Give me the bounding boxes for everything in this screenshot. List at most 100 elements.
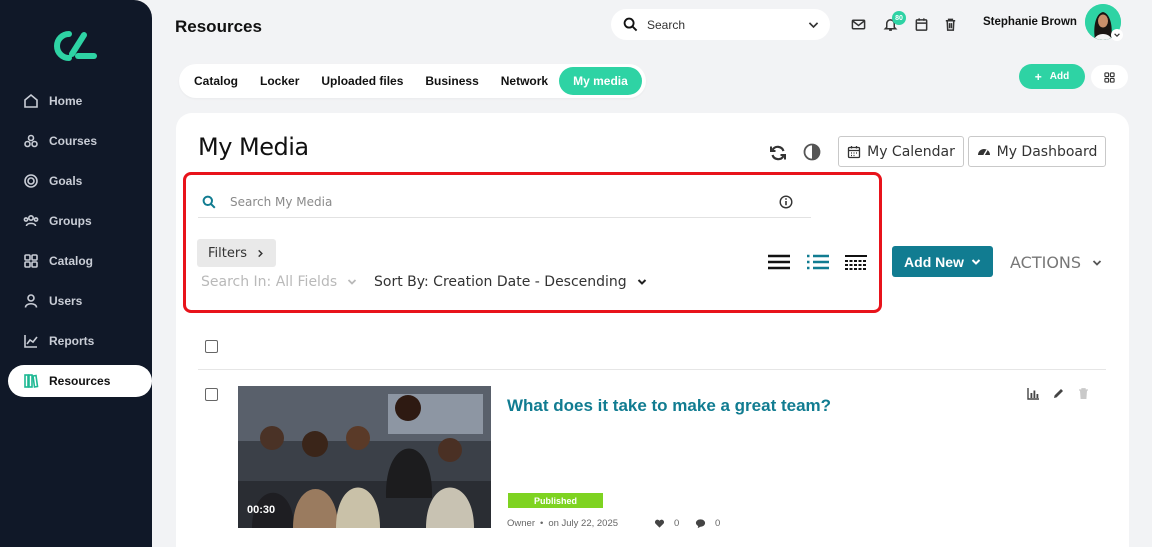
sidebar-item-goals[interactable]: Goals	[8, 165, 152, 197]
my-media-title: My Media	[198, 133, 309, 161]
sidebar-item-users[interactable]: Users	[8, 285, 152, 317]
sidebar-item-reports[interactable]: Reports	[8, 325, 152, 357]
sidebar: Home Courses Goals Groups Catalog Users …	[0, 0, 152, 547]
tab-my-media[interactable]: My media	[559, 67, 642, 95]
compact-view-icon[interactable]	[844, 253, 868, 271]
grid-icon	[1104, 71, 1115, 83]
media-item-meta: Owner • on July 22, 2025	[507, 518, 618, 529]
calendar-icon	[847, 145, 861, 158]
chevron-down-icon	[637, 279, 646, 285]
courses-icon	[22, 132, 40, 150]
select-all-checkbox[interactable]	[205, 340, 218, 353]
list-view-icon[interactable]	[767, 253, 791, 271]
resource-tabs: Catalog Locker Uploaded files Business N…	[179, 64, 646, 98]
tab-business[interactable]: Business	[414, 67, 489, 95]
owner-label: Owner	[507, 518, 535, 529]
trash-icon[interactable]	[941, 15, 959, 33]
actions-label: ACTIONS	[1010, 253, 1082, 272]
page-title: Resources	[175, 17, 262, 36]
chevron-down-icon[interactable]	[807, 18, 820, 31]
sidebar-item-label: Groups	[49, 214, 92, 228]
search-icon	[623, 17, 638, 32]
sidebar-item-resources[interactable]: Resources	[8, 365, 152, 397]
tab-catalog[interactable]: Catalog	[183, 67, 249, 95]
detail-view-icon[interactable]	[806, 253, 830, 271]
resources-icon	[22, 372, 40, 390]
sidebar-item-label: Users	[49, 294, 83, 308]
users-icon	[22, 292, 40, 310]
home-icon	[22, 92, 40, 110]
filters-label: Filters	[208, 245, 247, 261]
tab-uploaded-files[interactable]: Uploaded files	[310, 67, 414, 95]
sidebar-item-label: Catalog	[49, 254, 94, 268]
media-search-bar	[198, 186, 811, 218]
media-search-input[interactable]	[230, 194, 779, 209]
created-date: on July 22, 2025	[548, 518, 619, 529]
video-thumbnail[interactable]	[238, 386, 491, 528]
mail-icon[interactable]	[849, 15, 867, 33]
goals-icon	[22, 172, 40, 190]
list-divider	[198, 369, 1106, 370]
contrast-icon[interactable]	[803, 143, 821, 161]
sidebar-item-courses[interactable]: Courses	[8, 125, 152, 157]
chevron-down-icon	[971, 258, 981, 265]
search-in-label: Search In: All Fields	[201, 274, 338, 290]
chevron-down-icon[interactable]	[1111, 29, 1123, 41]
likes-value: 0	[674, 518, 680, 529]
comment-icon	[695, 519, 706, 529]
chevron-down-icon	[348, 279, 357, 285]
add-button-label: Add	[1049, 71, 1070, 82]
global-search-placeholder: Search	[647, 17, 686, 32]
my-dashboard-button[interactable]: My Dashboard	[968, 136, 1106, 167]
video-duration: 00:30	[247, 504, 276, 516]
logo-icon[interactable]	[54, 30, 98, 62]
chevron-down-icon	[1092, 259, 1102, 266]
meta-separator: •	[539, 518, 544, 529]
actions-dropdown[interactable]: ACTIONS	[1010, 253, 1102, 272]
add-new-label: Add New	[904, 253, 964, 270]
delete-icon[interactable]	[1077, 387, 1090, 400]
refresh-icon[interactable]	[769, 144, 787, 162]
item-checkbox[interactable]	[205, 388, 218, 401]
sidebar-item-label: Courses	[49, 134, 98, 148]
chevron-right-icon	[258, 249, 263, 257]
reports-icon	[22, 332, 40, 350]
sidebar-item-catalog[interactable]: Catalog	[8, 245, 152, 277]
tab-locker[interactable]: Locker	[249, 67, 310, 95]
sidebar-nav: Home Courses Goals Groups Catalog Users …	[8, 85, 152, 405]
sidebar-item-home[interactable]: Home	[8, 85, 152, 117]
sidebar-item-label: Resources	[49, 374, 111, 388]
search-in-dropdown[interactable]: Search In: All Fields	[201, 274, 357, 290]
likes-count[interactable]: 0	[654, 518, 679, 529]
my-dashboard-label: My Dashboard	[996, 143, 1098, 160]
search-icon	[202, 195, 216, 209]
tab-network[interactable]: Network	[490, 67, 559, 95]
comments-count[interactable]: 0	[695, 518, 720, 529]
sidebar-item-label: Home	[49, 94, 83, 108]
filters-button[interactable]: Filters	[197, 239, 276, 267]
comments-value: 0	[715, 518, 721, 529]
add-new-button[interactable]: Add New	[892, 246, 993, 277]
add-button[interactable]: + Add	[1019, 64, 1085, 89]
sort-by-dropdown[interactable]: Sort By: Creation Date - Descending	[374, 274, 647, 290]
dashboard-icon	[977, 148, 990, 155]
info-icon[interactable]	[779, 194, 793, 209]
sidebar-item-groups[interactable]: Groups	[8, 205, 152, 237]
global-search[interactable]: Search	[611, 9, 830, 40]
status-badge: Published	[508, 493, 603, 508]
calendar-icon[interactable]	[912, 15, 930, 33]
stats-icon[interactable]	[1027, 387, 1040, 400]
apps-grid-button[interactable]	[1091, 65, 1128, 89]
my-calendar-label: My Calendar	[867, 143, 955, 160]
sidebar-item-label: Goals	[49, 174, 83, 188]
notification-badge: 80	[892, 11, 906, 25]
catalog-icon	[22, 252, 40, 270]
user-name[interactable]: Stephanie Brown	[983, 16, 1077, 28]
groups-icon	[22, 212, 40, 230]
media-item-title[interactable]: What does it take to make a great team?	[507, 396, 831, 416]
heart-icon	[654, 519, 665, 528]
sidebar-item-label: Reports	[49, 334, 95, 348]
my-calendar-button[interactable]: My Calendar	[838, 136, 964, 167]
edit-icon[interactable]	[1052, 387, 1065, 400]
sort-by-label: Sort By: Creation Date - Descending	[374, 274, 627, 290]
